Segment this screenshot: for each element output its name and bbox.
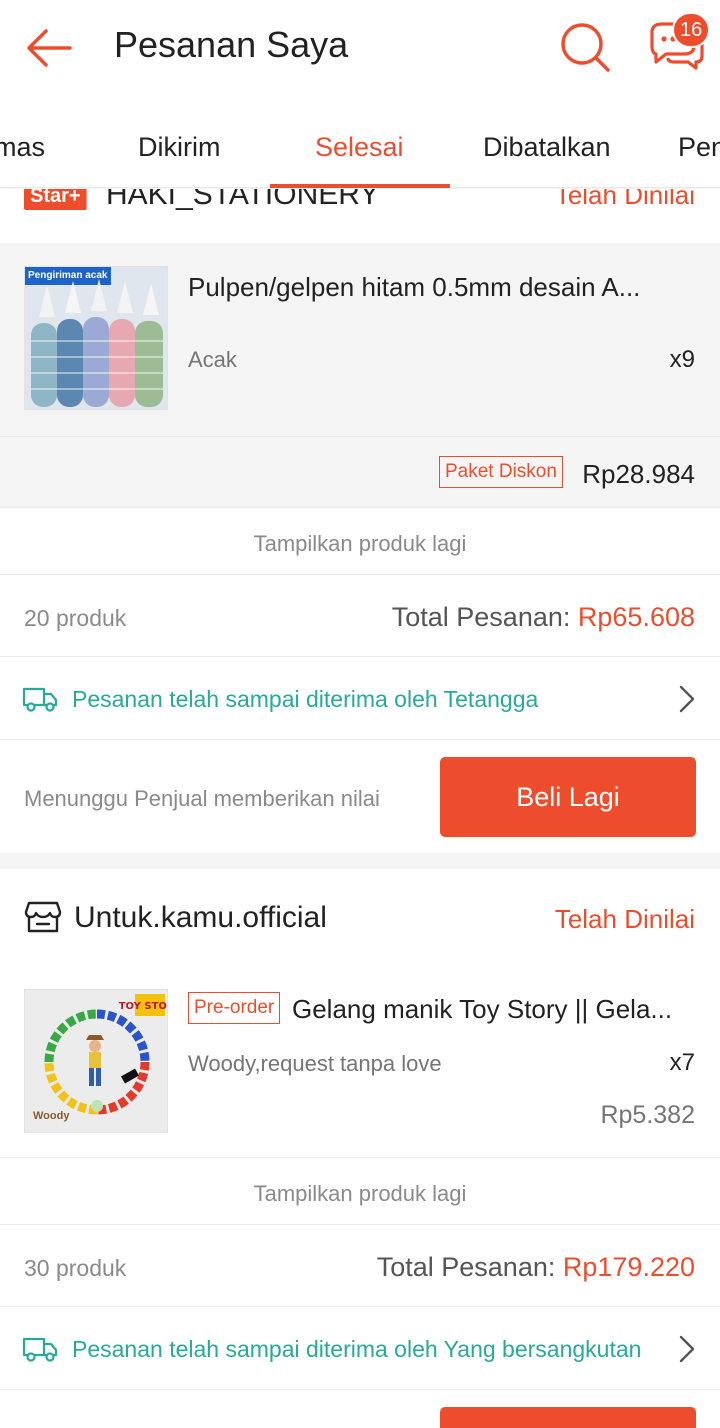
- product-count: 20 produk: [24, 605, 127, 631]
- buy-again-button[interactable]: Beli Lagi: [440, 757, 696, 837]
- page-title: Pesanan Saya: [114, 24, 349, 65]
- show-more-products-link[interactable]: Tampilkan produk lagi: [0, 1181, 720, 1207]
- shipping-status-text[interactable]: Pesanan telah sampai diterima oleh Tetan…: [72, 686, 538, 713]
- product-variant: Woody,request tanpa love: [188, 1051, 442, 1076]
- shop-name[interactable]: Untuk.kamu.official: [74, 901, 327, 935]
- active-tab-indicator: [270, 184, 450, 188]
- tab-dikirim[interactable]: Dikirim: [138, 132, 220, 163]
- product-count: 30 produk: [24, 1255, 127, 1281]
- order-total-label: Total Pesanan:: [376, 1252, 556, 1282]
- delivery-truck-icon: [22, 1337, 58, 1362]
- product-image: TOY STORY Woody: [24, 989, 168, 1133]
- preorder-tag: Pre-order: [188, 992, 281, 1024]
- show-more-products-link[interactable]: Tampilkan produk lagi: [0, 531, 720, 557]
- shop-icon: [24, 901, 62, 933]
- product-image-label: Woody: [33, 1110, 70, 1122]
- tab-pengembalian[interactable]: Pen: [678, 132, 720, 163]
- shipping-status-text[interactable]: Pesanan telah sampai diterima oleh Yang …: [72, 1336, 641, 1363]
- product-quantity: x7: [669, 1049, 695, 1076]
- product-image: Pengiriman acak: [24, 266, 168, 410]
- divider: [0, 1389, 720, 1390]
- divider: [0, 1224, 720, 1225]
- product-image-label: Pengiriman acak: [28, 270, 108, 281]
- product-name[interactable]: Gelang manik Toy Story || Gela...: [292, 994, 688, 1025]
- app-header: Pesanan Saya 16: [0, 0, 720, 96]
- order-status: Telah Dinilai: [554, 904, 695, 934]
- tab-selesai[interactable]: Selesai: [315, 132, 404, 163]
- chevron-right-icon[interactable]: [678, 684, 696, 714]
- product-quantity: x9: [669, 346, 695, 373]
- tab-dikemas[interactable]: mas: [0, 132, 45, 163]
- chevron-right-icon[interactable]: [678, 1334, 696, 1364]
- divider: [0, 574, 720, 575]
- tab-dibatalkan[interactable]: Dibatalkan: [483, 132, 611, 163]
- chat-count-badge: 16: [672, 12, 711, 48]
- product-variant: Acak: [188, 347, 237, 372]
- divider: [0, 1157, 720, 1158]
- divider: [0, 507, 720, 508]
- product-price: Rp5.382: [600, 1101, 695, 1129]
- delivery-truck-icon: [22, 687, 58, 712]
- product-price: Rp28.984: [582, 459, 695, 489]
- order-status-tabs: mas Dikirim Selesai Dibatalkan Pen: [0, 96, 720, 188]
- brand-logo: TOY STORY: [119, 1001, 168, 1012]
- order-total-label: Total Pesanan:: [391, 602, 571, 632]
- search-icon[interactable]: [558, 20, 612, 74]
- order-total: Total Pesanan: Rp179.220: [377, 1252, 695, 1283]
- back-arrow-icon[interactable]: [22, 22, 74, 74]
- waiting-seller-rating-text: Menunggu Penjual memberikan nilai: [24, 786, 380, 811]
- product-name[interactable]: Pulpen/gelpen hitam 0.5mm desain A...: [188, 272, 683, 303]
- order-total-amount: Rp65.608: [577, 602, 695, 632]
- bundle-discount-tag: Paket Diskon: [439, 456, 563, 488]
- order-total: Total Pesanan: Rp65.608: [392, 602, 695, 633]
- order-total-amount: Rp179.220: [562, 1252, 695, 1282]
- buy-again-button[interactable]: [440, 1407, 696, 1428]
- divider: [0, 739, 720, 740]
